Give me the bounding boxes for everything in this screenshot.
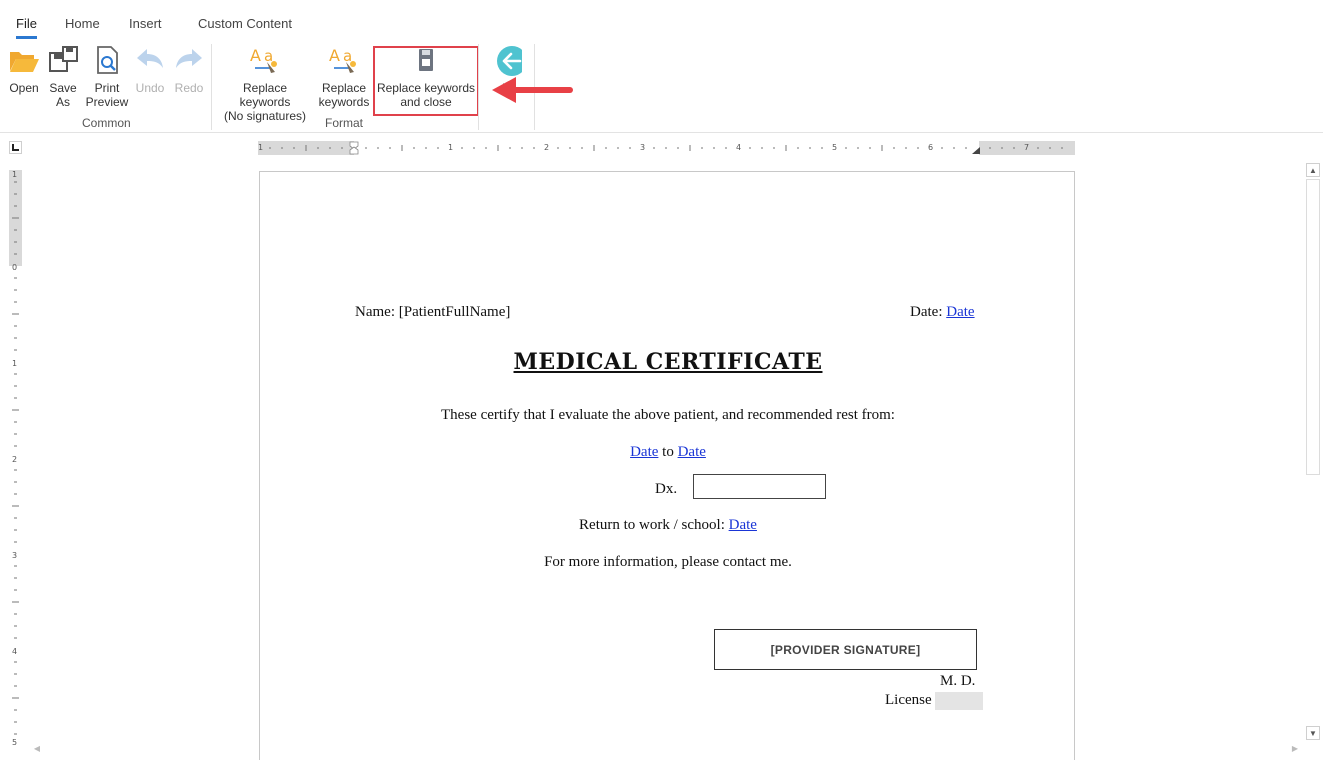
red-arrow-icon	[492, 77, 573, 103]
ribbon-separator	[478, 44, 479, 130]
ribbon: Open Save As Print Preview Undo Redo Com…	[0, 40, 1323, 133]
svg-text:A: A	[329, 46, 340, 65]
undo-button[interactable]: Undo	[133, 44, 167, 95]
ruler-ticks	[269, 141, 1063, 155]
from-date-link[interactable]: Date	[630, 444, 658, 460]
rest-period: Date to Date	[630, 444, 706, 460]
save-as-button[interactable]: Save As	[46, 44, 80, 109]
save-as-icon	[49, 46, 78, 72]
tab-custom-content[interactable]: Custom Content	[198, 16, 292, 31]
return-date-link[interactable]: Date	[729, 517, 757, 533]
certify-text: These certify that I evaluate the above …	[441, 407, 895, 423]
folder-open-icon	[10, 52, 39, 72]
scroll-thumb[interactable]	[1306, 179, 1320, 475]
patient-name-field: Name: [PatientFullName]	[355, 304, 511, 320]
open-button[interactable]: Open	[6, 44, 42, 95]
md-label: M. D.	[940, 673, 976, 689]
contact-text: For more information, please contact me.	[544, 554, 792, 570]
vertical-scrollbar[interactable]: ▲ ▼	[1305, 162, 1321, 742]
undo-icon	[137, 49, 163, 68]
replace-keywords-icon: A a	[250, 46, 277, 73]
highlight-box	[373, 46, 479, 116]
group-label-format: Format	[325, 116, 364, 130]
document-title: MEDICAL CERTIFICATE	[513, 349, 823, 375]
tab-insert[interactable]: Insert	[129, 16, 162, 31]
scroll-up-button[interactable]: ▲	[1306, 163, 1320, 177]
svg-text:A: A	[250, 46, 261, 65]
provider-signature-box[interactable]: [PROVIDER SIGNATURE]	[714, 629, 977, 670]
redo-button[interactable]: Redo	[172, 44, 206, 95]
redo-icon	[176, 49, 202, 68]
diagnosis-field[interactable]	[693, 474, 826, 499]
horizontal-ruler[interactable]: 1 1 2 3 4 5 6 7	[258, 141, 1075, 155]
vertical-ruler[interactable]: 1 0 1 2 3 4 5	[9, 170, 22, 750]
group-label-common: Common	[82, 116, 131, 130]
print-preview-button[interactable]: Print Preview	[85, 44, 129, 109]
replace-keywords-icon: A a	[329, 46, 356, 73]
date-link[interactable]: Date	[946, 304, 974, 320]
ribbon-tabs: File Home Insert Custom Content	[0, 0, 1323, 40]
replace-keywords-no-signatures-button[interactable]: A a Replace keywords (No signatures)	[217, 44, 313, 123]
date-field: Date: Date	[910, 304, 975, 320]
scroll-down-button[interactable]: ▼	[1306, 726, 1320, 740]
license-label: License	[885, 692, 932, 708]
document-page[interactable]: Name: [PatientFullName] Date: Date MEDIC…	[259, 171, 1075, 760]
scroll-right-button[interactable]: ▶	[1288, 741, 1302, 755]
scroll-left-button[interactable]: ◀	[30, 741, 44, 755]
license-number-redacted	[935, 692, 983, 710]
to-date-link[interactable]: Date	[678, 444, 706, 460]
replace-keywords-button[interactable]: A a Replace keywords	[317, 44, 371, 109]
horizontal-scrollbar[interactable]: ◀ ▶	[30, 741, 1302, 757]
tab-stop-selector[interactable]	[9, 141, 22, 154]
return-to-work: Return to work / school: Date	[579, 517, 757, 533]
tab-home[interactable]: Home	[65, 16, 100, 31]
dx-label: Dx.	[655, 481, 678, 497]
ribbon-separator	[211, 44, 212, 130]
tab-file[interactable]: File	[16, 16, 37, 39]
print-preview-icon	[97, 46, 118, 74]
